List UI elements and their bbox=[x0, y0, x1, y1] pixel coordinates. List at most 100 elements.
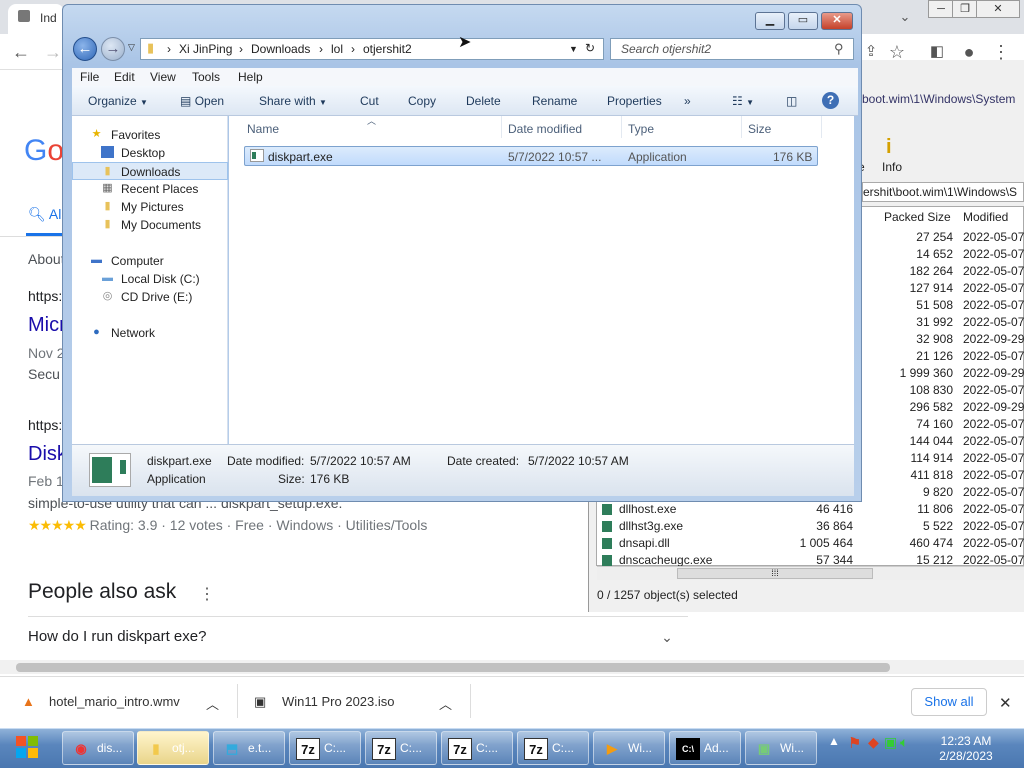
file-row[interactable]: diskpart.exe 5/7/2022 10:57 ... Applicat… bbox=[244, 146, 818, 166]
table-row[interactable]: dllhst3g.exe 36 864 5 522 2022-05-07 bbox=[597, 518, 1024, 535]
info-icon[interactable]: i bbox=[886, 136, 892, 159]
browser-close-button[interactable]: ✕ bbox=[976, 0, 1020, 18]
result-title-link[interactable]: Micr bbox=[28, 314, 66, 337]
nav-network[interactable]: ● Network bbox=[72, 324, 228, 342]
forward-arrow-icon[interactable]: → bbox=[101, 37, 125, 61]
nav-desktop[interactable]: Desktop bbox=[72, 144, 228, 162]
download-item-name[interactable]: hotel_mario_intro.wmv bbox=[49, 694, 180, 709]
menu-tools[interactable]: Tools bbox=[192, 70, 220, 84]
network-status-icon[interactable]: ▣ bbox=[884, 734, 897, 751]
show-all-button[interactable]: Show all bbox=[911, 688, 987, 716]
nav-recent-places[interactable]: ▦ Recent Places bbox=[72, 180, 228, 198]
browser-tab[interactable]: Ind bbox=[8, 4, 64, 34]
tab-all[interactable]: 🔍︎ Al bbox=[28, 206, 61, 223]
column-header-type[interactable]: Type bbox=[628, 122, 654, 136]
organize-button[interactable]: Organize ▼ bbox=[88, 94, 148, 108]
view-options-icon[interactable]: ☷ ▼ bbox=[732, 94, 754, 108]
help-icon[interactable]: ? bbox=[822, 92, 839, 109]
taskbar-button[interactable]: 7z C:... bbox=[365, 731, 437, 765]
chevron-up-icon[interactable]: ︿ bbox=[206, 694, 219, 713]
taskbar-button[interactable]: ▮ otj... bbox=[137, 731, 209, 765]
tab-search-icon[interactable]: ⌄ bbox=[894, 6, 916, 28]
taskbar-button[interactable]: ⬒ e.t... bbox=[213, 731, 285, 765]
recent-pages-chevron-icon[interactable]: ▽ bbox=[128, 42, 135, 53]
explorer-maximize-button[interactable]: ▭ bbox=[788, 12, 818, 30]
share-with-button[interactable]: Share with ▼ bbox=[259, 94, 327, 108]
system-clock[interactable]: 12:23 AM 2/28/2023 bbox=[928, 734, 1004, 764]
back-arrow-icon[interactable]: ← bbox=[73, 37, 97, 61]
google-logo[interactable]: Go bbox=[24, 134, 64, 168]
menu-view[interactable]: View bbox=[150, 70, 176, 84]
breadcrumb-item[interactable]: Downloads bbox=[251, 42, 310, 56]
search-icon[interactable]: ⚲ bbox=[834, 41, 844, 57]
app-window-icon: ▤ bbox=[180, 94, 192, 108]
column-header-packed[interactable]: Packed Size bbox=[884, 210, 951, 224]
browser-tab-title: Ind bbox=[40, 11, 57, 25]
sevenzip-path-field[interactable]: ershit\boot.wim\1\Windows\S bbox=[862, 182, 1024, 202]
taskbar-button[interactable]: ▣ Wi... bbox=[745, 731, 817, 765]
packed-size: 9 820 bbox=[922, 485, 953, 499]
close-icon[interactable]: ✕ bbox=[999, 694, 1012, 712]
taskbar-button[interactable]: ◉ dis... bbox=[62, 731, 134, 765]
taskbar-button[interactable]: 7z C:... bbox=[441, 731, 513, 765]
delete-button[interactable]: Delete bbox=[466, 94, 501, 108]
more-options-icon[interactable]: ⋮ bbox=[196, 584, 218, 606]
volume-icon[interactable]: 🔈︎ bbox=[900, 734, 908, 751]
download-item-name[interactable]: Win11 Pro 2023.iso bbox=[282, 694, 395, 709]
action-center-flag-icon[interactable]: ⚑ bbox=[848, 734, 861, 752]
start-button[interactable] bbox=[6, 730, 48, 766]
table-row[interactable]: dllhost.exe 46 416 11 806 2022-05-07 bbox=[597, 501, 1024, 518]
taskbar-button[interactable]: C:\ Ad... bbox=[669, 731, 741, 765]
column-header-modified[interactable]: Modified bbox=[963, 210, 1008, 224]
more-commands-icon[interactable]: » bbox=[684, 94, 691, 108]
menu-edit[interactable]: Edit bbox=[114, 70, 135, 84]
taskbar-button[interactable]: 7z C:... bbox=[517, 731, 589, 765]
sevenzip-address-bar[interactable]: boot.wim\1\Windows\System bbox=[862, 92, 1024, 110]
breadcrumb-item[interactable]: lol bbox=[331, 42, 343, 56]
scrollbar-thumb[interactable]: ⁞⁞⁞ bbox=[677, 568, 873, 579]
table-row[interactable]: dnsapi.dll 1 005 464 460 474 2022-05-07 bbox=[597, 535, 1024, 552]
nav-my-pictures[interactable]: ▮ My Pictures bbox=[72, 198, 228, 216]
rename-button[interactable]: Rename bbox=[532, 94, 577, 108]
address-bar[interactable]: ▮ › Xi JinPing › Downloads › lol › otjer… bbox=[140, 38, 604, 60]
breadcrumb-item[interactable]: otjershit2 bbox=[363, 42, 412, 56]
details-date-created: 5/7/2022 10:57 AM bbox=[528, 454, 629, 468]
refresh-icon[interactable]: ↻ bbox=[585, 41, 595, 55]
menu-file[interactable]: File bbox=[80, 70, 99, 84]
forward-arrow-icon[interactable]: → bbox=[42, 41, 64, 63]
breadcrumb-item[interactable]: Xi JinPing bbox=[179, 42, 232, 56]
preview-pane-icon[interactable]: ◫ bbox=[786, 94, 797, 108]
result-url[interactable]: https: bbox=[28, 288, 62, 304]
menu-help[interactable]: Help bbox=[238, 70, 263, 84]
nav-cd-drive[interactable]: ◎ CD Drive (E:) bbox=[72, 288, 228, 306]
column-header-name[interactable]: Name bbox=[247, 122, 279, 136]
scrollbar-thumb[interactable] bbox=[16, 663, 890, 672]
result-url[interactable]: https: bbox=[28, 417, 62, 433]
address-dropdown-icon[interactable]: ▼ bbox=[569, 44, 578, 54]
explorer-minimize-button[interactable]: ▁ bbox=[755, 12, 785, 30]
chevron-down-icon[interactable]: ⌄ bbox=[656, 626, 678, 648]
properties-button[interactable]: Properties bbox=[607, 94, 662, 108]
sevenzip-horizontal-scrollbar[interactable]: ⁞⁞⁞ bbox=[597, 566, 1024, 580]
nav-downloads[interactable]: ▮ Downloads bbox=[72, 162, 228, 180]
explorer-close-button[interactable]: ✕ bbox=[821, 12, 853, 30]
nav-my-documents[interactable]: ▮ My Documents bbox=[72, 216, 228, 234]
copy-button[interactable]: Copy bbox=[408, 94, 436, 108]
taskbar-button[interactable]: ▶ Wi... bbox=[593, 731, 665, 765]
search-input[interactable]: Search otjershit2 bbox=[610, 38, 854, 60]
chevron-up-icon[interactable]: ︿ bbox=[439, 694, 452, 713]
column-header-date-modified[interactable]: Date modified bbox=[508, 122, 582, 136]
nav-local-disk[interactable]: ▬ Local Disk (C:) bbox=[72, 270, 228, 288]
cut-button[interactable]: Cut bbox=[360, 94, 379, 108]
browser-maximize-button[interactable]: ❐ bbox=[952, 0, 978, 18]
browser-minimize-button[interactable]: ─ bbox=[928, 0, 954, 18]
show-hidden-icons-button[interactable]: ▲ bbox=[828, 734, 840, 748]
paa-question[interactable]: How do I run diskpart exe? bbox=[28, 628, 206, 645]
nav-favorites[interactable]: ★ Favorites bbox=[72, 126, 228, 144]
security-icon[interactable]: ◆ bbox=[868, 734, 879, 751]
column-header-size[interactable]: Size bbox=[748, 122, 771, 136]
taskbar-button[interactable]: 7z C:... bbox=[289, 731, 361, 765]
open-button[interactable]: ▤ Open bbox=[180, 94, 224, 108]
back-arrow-icon[interactable]: ← bbox=[10, 41, 32, 63]
nav-computer[interactable]: ▬ Computer bbox=[72, 252, 228, 270]
